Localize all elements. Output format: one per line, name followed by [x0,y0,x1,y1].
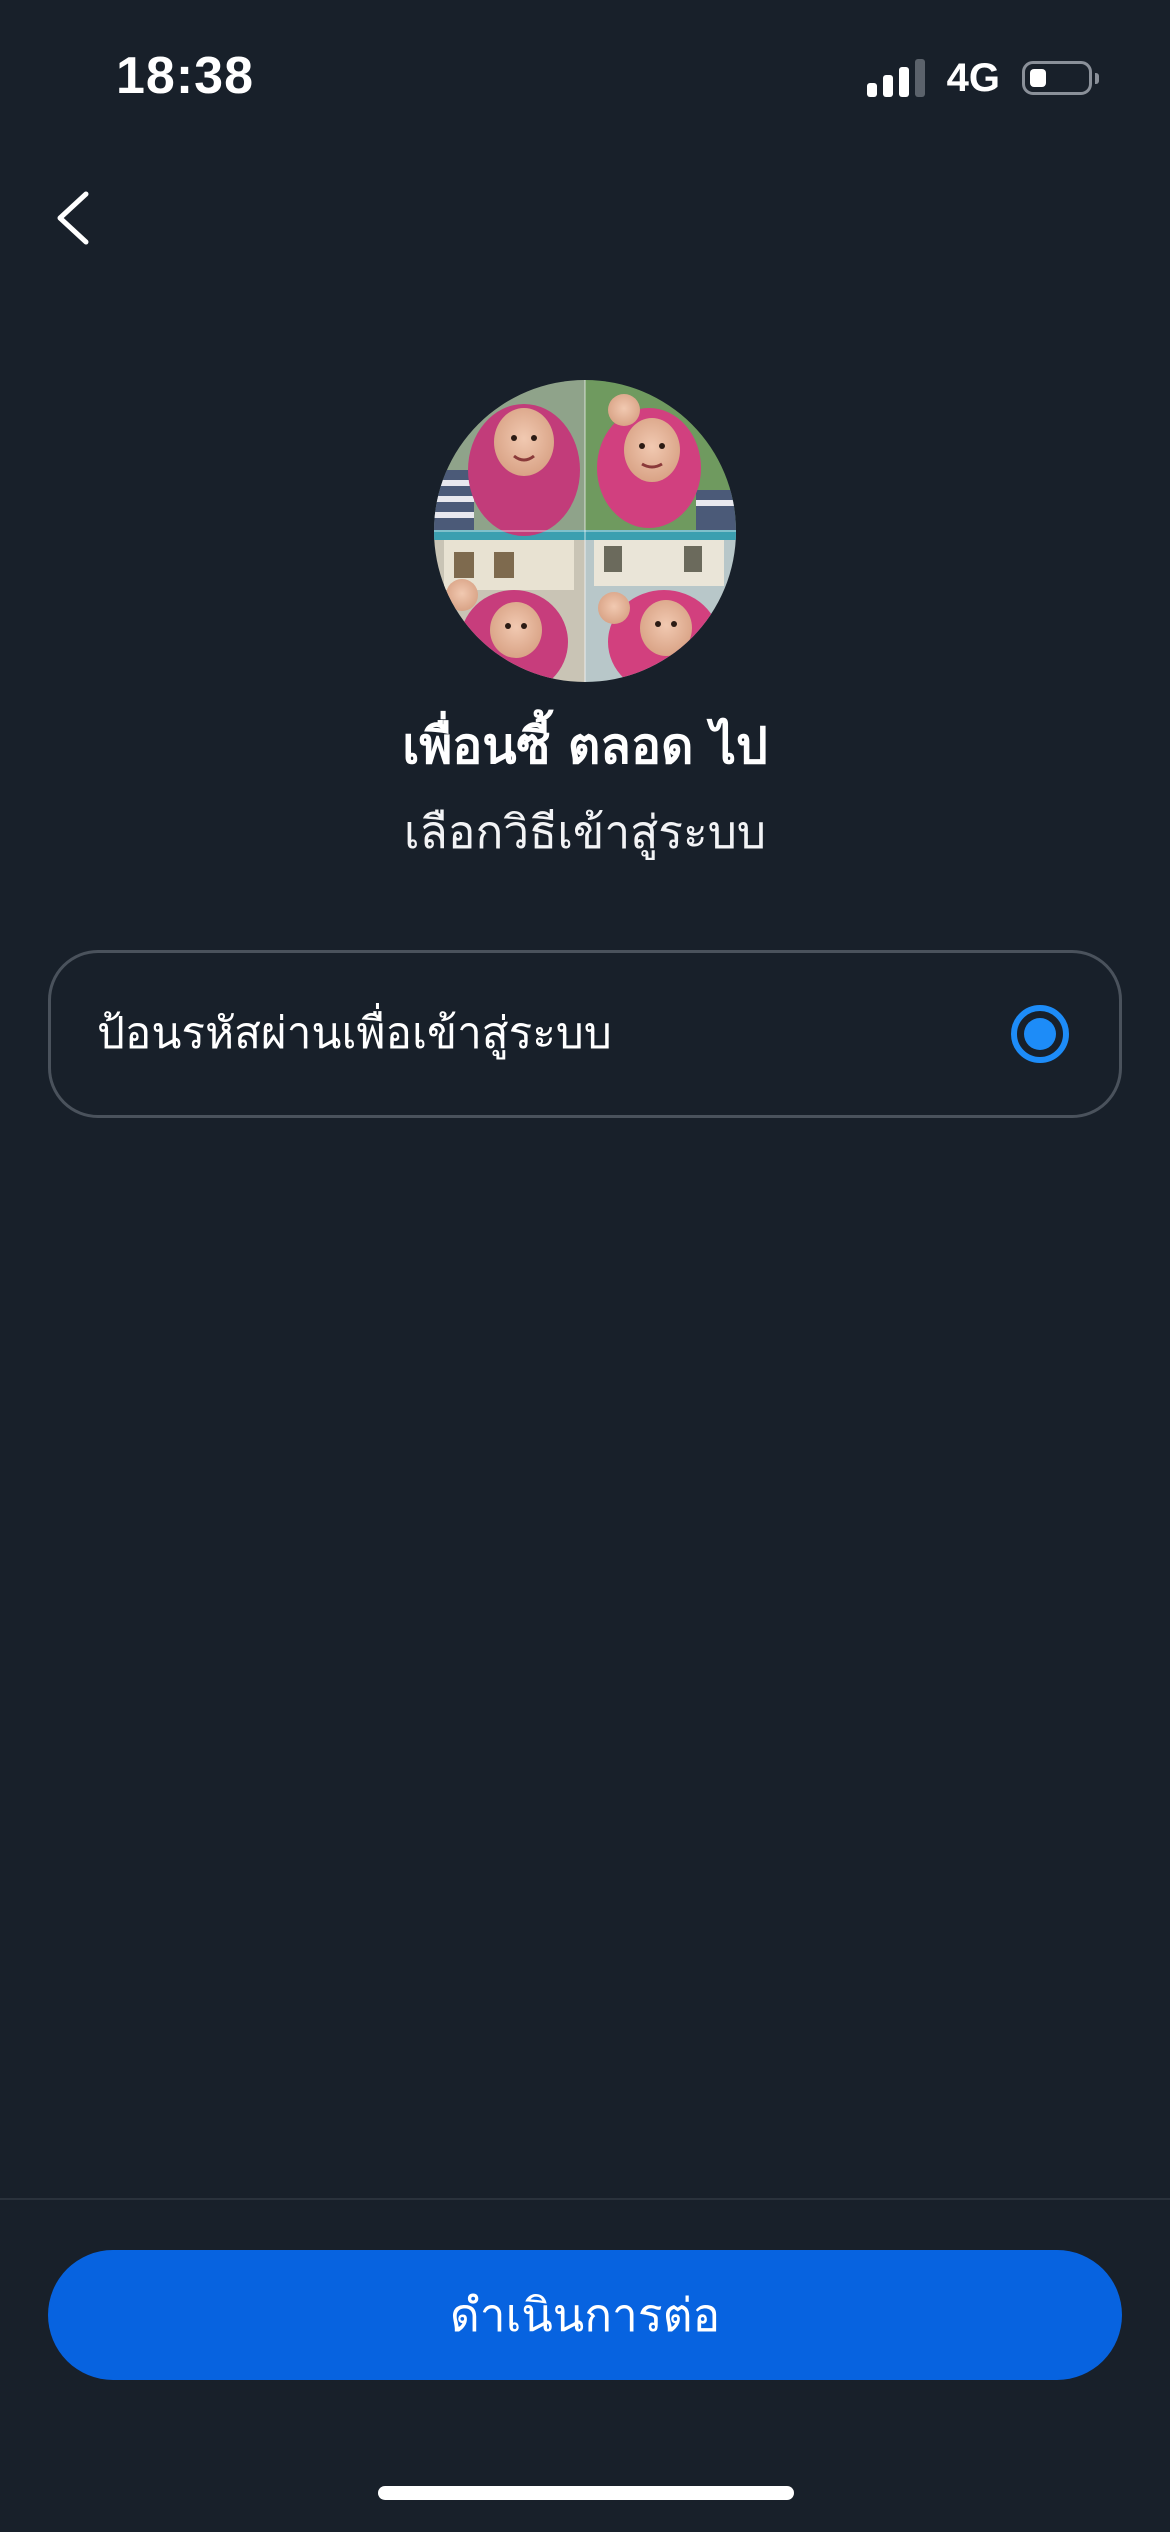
cellular-signal-icon [866,59,925,97]
status-indicators: 4G [866,50,1099,106]
avatar-photo [434,380,736,682]
radio-dot [1024,1018,1056,1050]
battery-icon [1022,61,1099,95]
radio-selected-icon[interactable] [1011,1005,1069,1063]
back-button[interactable] [36,176,120,260]
battery-level-fill [1030,69,1046,87]
chevron-left-icon [57,191,89,245]
network-label: 4G [946,55,1000,100]
login-method-subtitle: เลือกวิธีเข้าสู่ระบบ [403,805,767,859]
battery-cap [1095,73,1099,84]
login-method-screen: 18:38 4G เพื่อนซี้ ตลอด ไป เลือกวิธีเข้า… [0,0,1170,2532]
home-indicator [378,2486,794,2500]
profile-name: เพื่อนซี้ ตลอด ไป [402,717,768,775]
footer-divider [0,2198,1170,2200]
continue-button[interactable]: ดำเนินการต่อ [48,2250,1122,2380]
option-label: ป้อนรหัสผ่านเพื่อเข้าสู่ระบบ [97,1008,612,1059]
status-time: 18:38 [116,47,254,105]
password-login-option[interactable]: ป้อนรหัสผ่านเพื่อเข้าสู่ระบบ [48,950,1122,1118]
avatar [434,380,736,682]
